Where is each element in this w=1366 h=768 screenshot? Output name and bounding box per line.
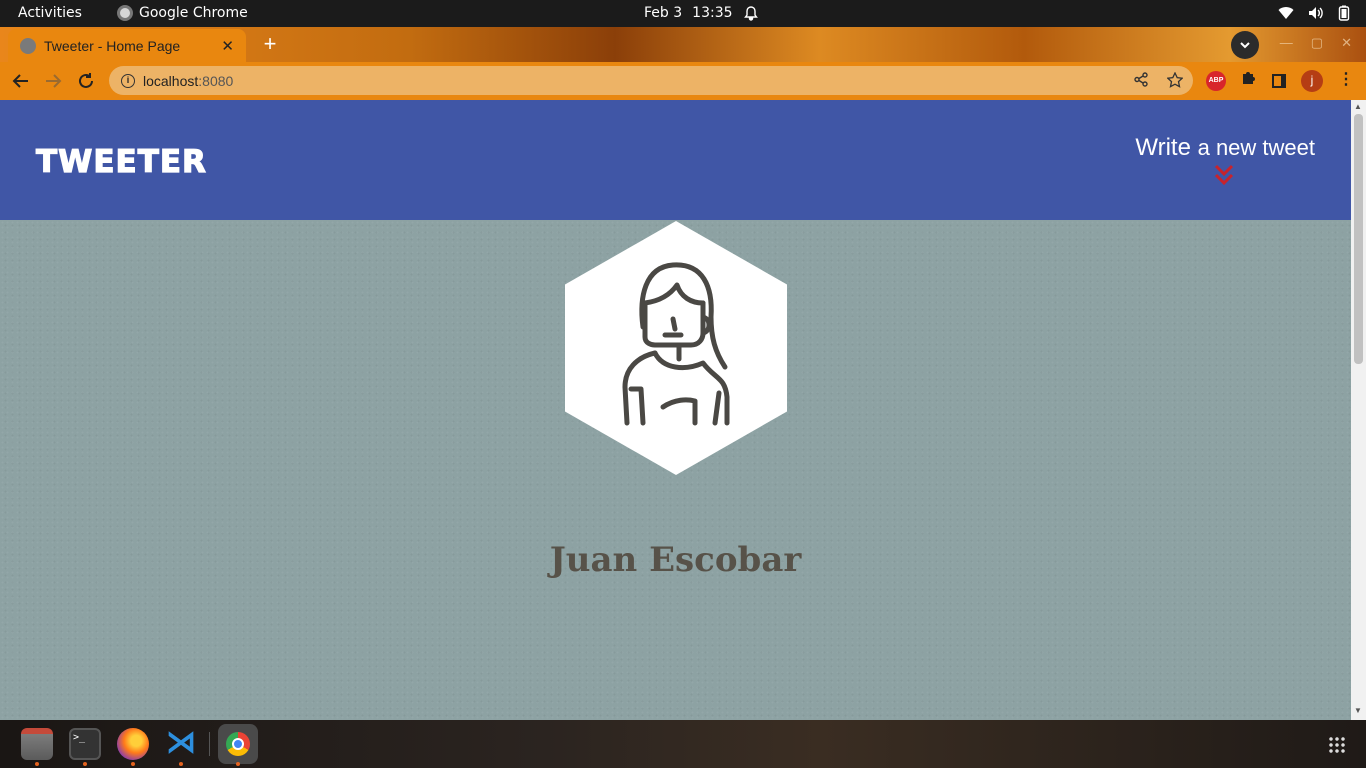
wifi-icon — [1278, 7, 1294, 20]
url-host: localhost — [143, 72, 199, 89]
bookmark-star-icon[interactable] — [1167, 72, 1183, 88]
site-info-icon[interactable]: i — [121, 73, 135, 88]
clock-date: Feb 3 — [644, 5, 683, 21]
chrome-logo-icon — [226, 732, 250, 756]
profile-avatar[interactable]: j — [1301, 70, 1323, 92]
running-indicator — [179, 762, 183, 766]
clock[interactable]: Feb 3 13:35 — [644, 5, 759, 21]
browser-tab-strip: Tweeter - Home Page ✕ + — ▢ ✕ — [0, 27, 1366, 62]
compose-label-bold: Write — [1135, 134, 1191, 161]
running-indicator — [83, 762, 87, 766]
clock-time: 13:35 — [692, 5, 733, 21]
running-indicator — [131, 762, 135, 766]
system-top-bar: Activities Google Chrome Feb 3 13:35 — [0, 0, 1366, 27]
adblock-plus-icon[interactable]: ABP — [1206, 71, 1226, 91]
activities-button[interactable]: Activities — [18, 5, 82, 21]
system-dock: >_ ⋊ — [0, 720, 1366, 768]
woman-avatar-icon — [622, 262, 730, 426]
vscode-icon[interactable]: ⋊ — [165, 728, 197, 760]
double-chevron-down-icon[interactable] — [1214, 164, 1234, 186]
app-menu[interactable]: Google Chrome — [117, 5, 248, 21]
running-indicator — [236, 762, 240, 766]
window-controls: — ▢ ✕ — [1280, 35, 1352, 51]
compose-label-rest: a new tweet — [1197, 135, 1315, 160]
address-bar[interactable]: i localhost:8080 — [109, 66, 1193, 95]
volume-icon — [1309, 7, 1323, 19]
alarm-icon — [743, 6, 758, 21]
battery-icon — [1338, 5, 1350, 21]
close-tab-icon[interactable]: ✕ — [221, 37, 234, 55]
side-panel-icon[interactable] — [1272, 74, 1286, 88]
extensions-icon[interactable] — [1240, 70, 1256, 86]
app-name: Google Chrome — [139, 5, 248, 21]
files-icon[interactable] — [21, 728, 53, 760]
profile-name: Juan Escobar — [549, 540, 802, 580]
globe-favicon-icon — [20, 37, 36, 54]
back-icon[interactable] — [12, 72, 30, 90]
tab-tweeter-home[interactable]: Tweeter - Home Page ✕ — [8, 29, 246, 62]
scroll-down-arrow-icon[interactable]: ▼ — [1354, 706, 1362, 715]
browser-toolbar: i localhost:8080 ABP j ⋮ — [0, 62, 1366, 100]
compose-toggle[interactable]: Write a new tweet — [1135, 134, 1315, 162]
page-viewport: TWEETER Write a new tweet Juan Escobar — [0, 100, 1351, 720]
url-port: :8080 — [198, 72, 234, 89]
profile-avatar-hexagon — [565, 221, 787, 475]
new-tab-button[interactable]: + — [256, 30, 284, 58]
tab-search-button[interactable] — [1231, 31, 1259, 59]
app-grid-icon[interactable] — [1328, 736, 1346, 754]
firefox-icon[interactable] — [117, 728, 149, 760]
scroll-up-arrow-icon[interactable]: ▲ — [1354, 102, 1362, 111]
dock-separator — [209, 732, 210, 756]
site-navbar: TWEETER Write a new tweet — [0, 100, 1351, 220]
minimize-icon[interactable]: — — [1280, 35, 1293, 51]
tab-title: Tweeter - Home Page — [44, 37, 181, 54]
chrome-menu-icon[interactable]: ⋮ — [1338, 69, 1354, 89]
chevron-down-icon — [1240, 42, 1250, 49]
maximize-icon[interactable]: ▢ — [1311, 35, 1323, 51]
running-indicator — [35, 762, 39, 766]
chrome-icon[interactable] — [218, 724, 258, 764]
scrollbar-thumb[interactable] — [1354, 114, 1363, 364]
system-status-area[interactable] — [1278, 5, 1350, 21]
chrome-small-icon — [117, 5, 133, 21]
close-window-icon[interactable]: ✕ — [1341, 35, 1352, 51]
terminal-icon[interactable]: >_ — [69, 728, 101, 760]
reload-icon[interactable] — [77, 72, 95, 90]
share-icon[interactable] — [1134, 72, 1149, 87]
site-logo[interactable]: TWEETER — [35, 143, 207, 180]
page-scrollbar[interactable]: ▲ ▼ — [1351, 100, 1366, 720]
forward-icon[interactable] — [44, 72, 62, 90]
